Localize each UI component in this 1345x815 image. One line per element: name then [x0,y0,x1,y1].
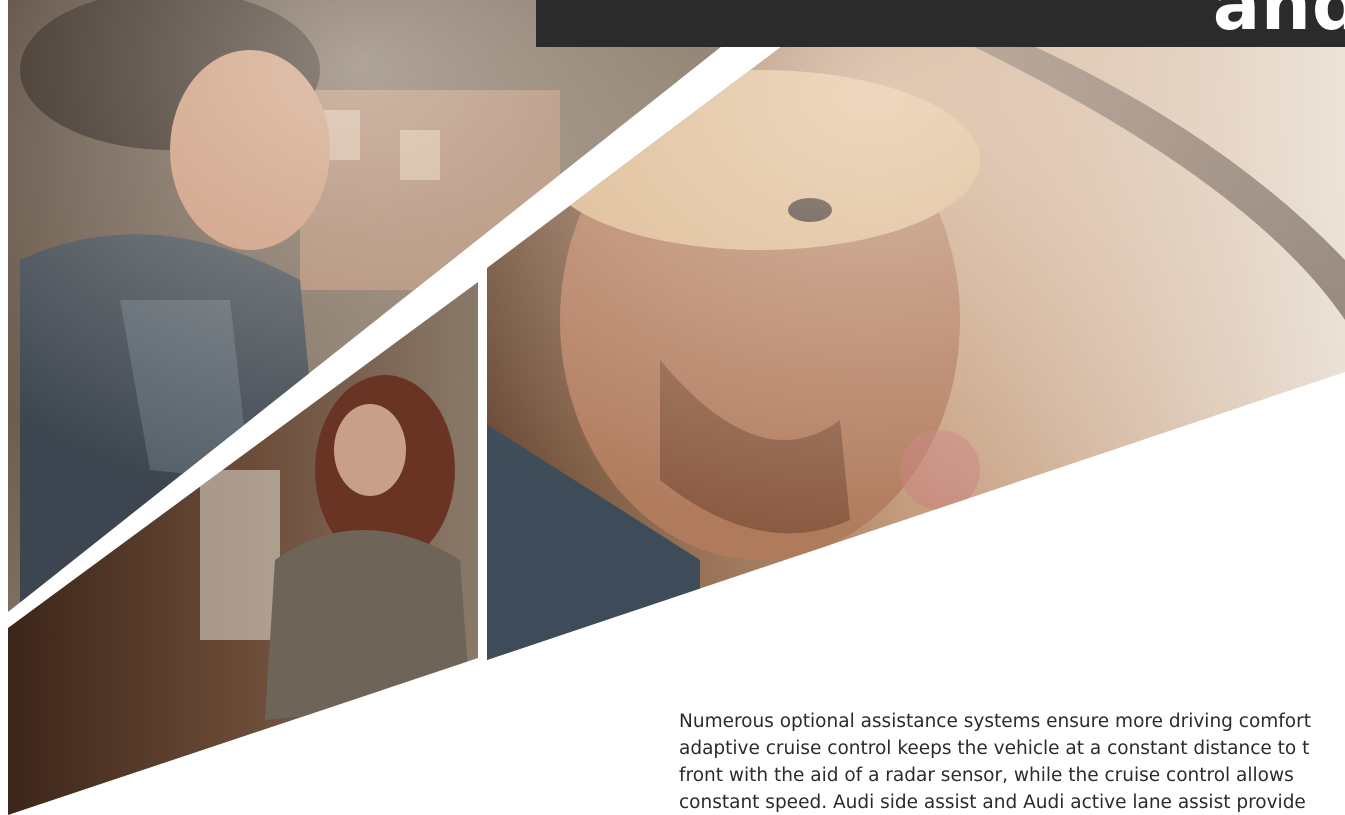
body-line: Numerous optional assistance systems ens… [679,711,1311,732]
body-line: constant speed. Audi side assist and Aud… [679,792,1306,813]
photo-collage [8,0,1345,815]
page-margin [0,0,8,815]
body-line: front with the aid of a radar sensor, wh… [679,765,1294,786]
body-copy: Numerous optional assistance systems ens… [679,708,1345,815]
headline-bar: and [536,0,1345,47]
headline: and [1212,0,1345,46]
brochure-page: and Numerous optional assistance systems… [0,0,1345,815]
body-line: adaptive cruise control keeps the vehicl… [679,738,1310,759]
